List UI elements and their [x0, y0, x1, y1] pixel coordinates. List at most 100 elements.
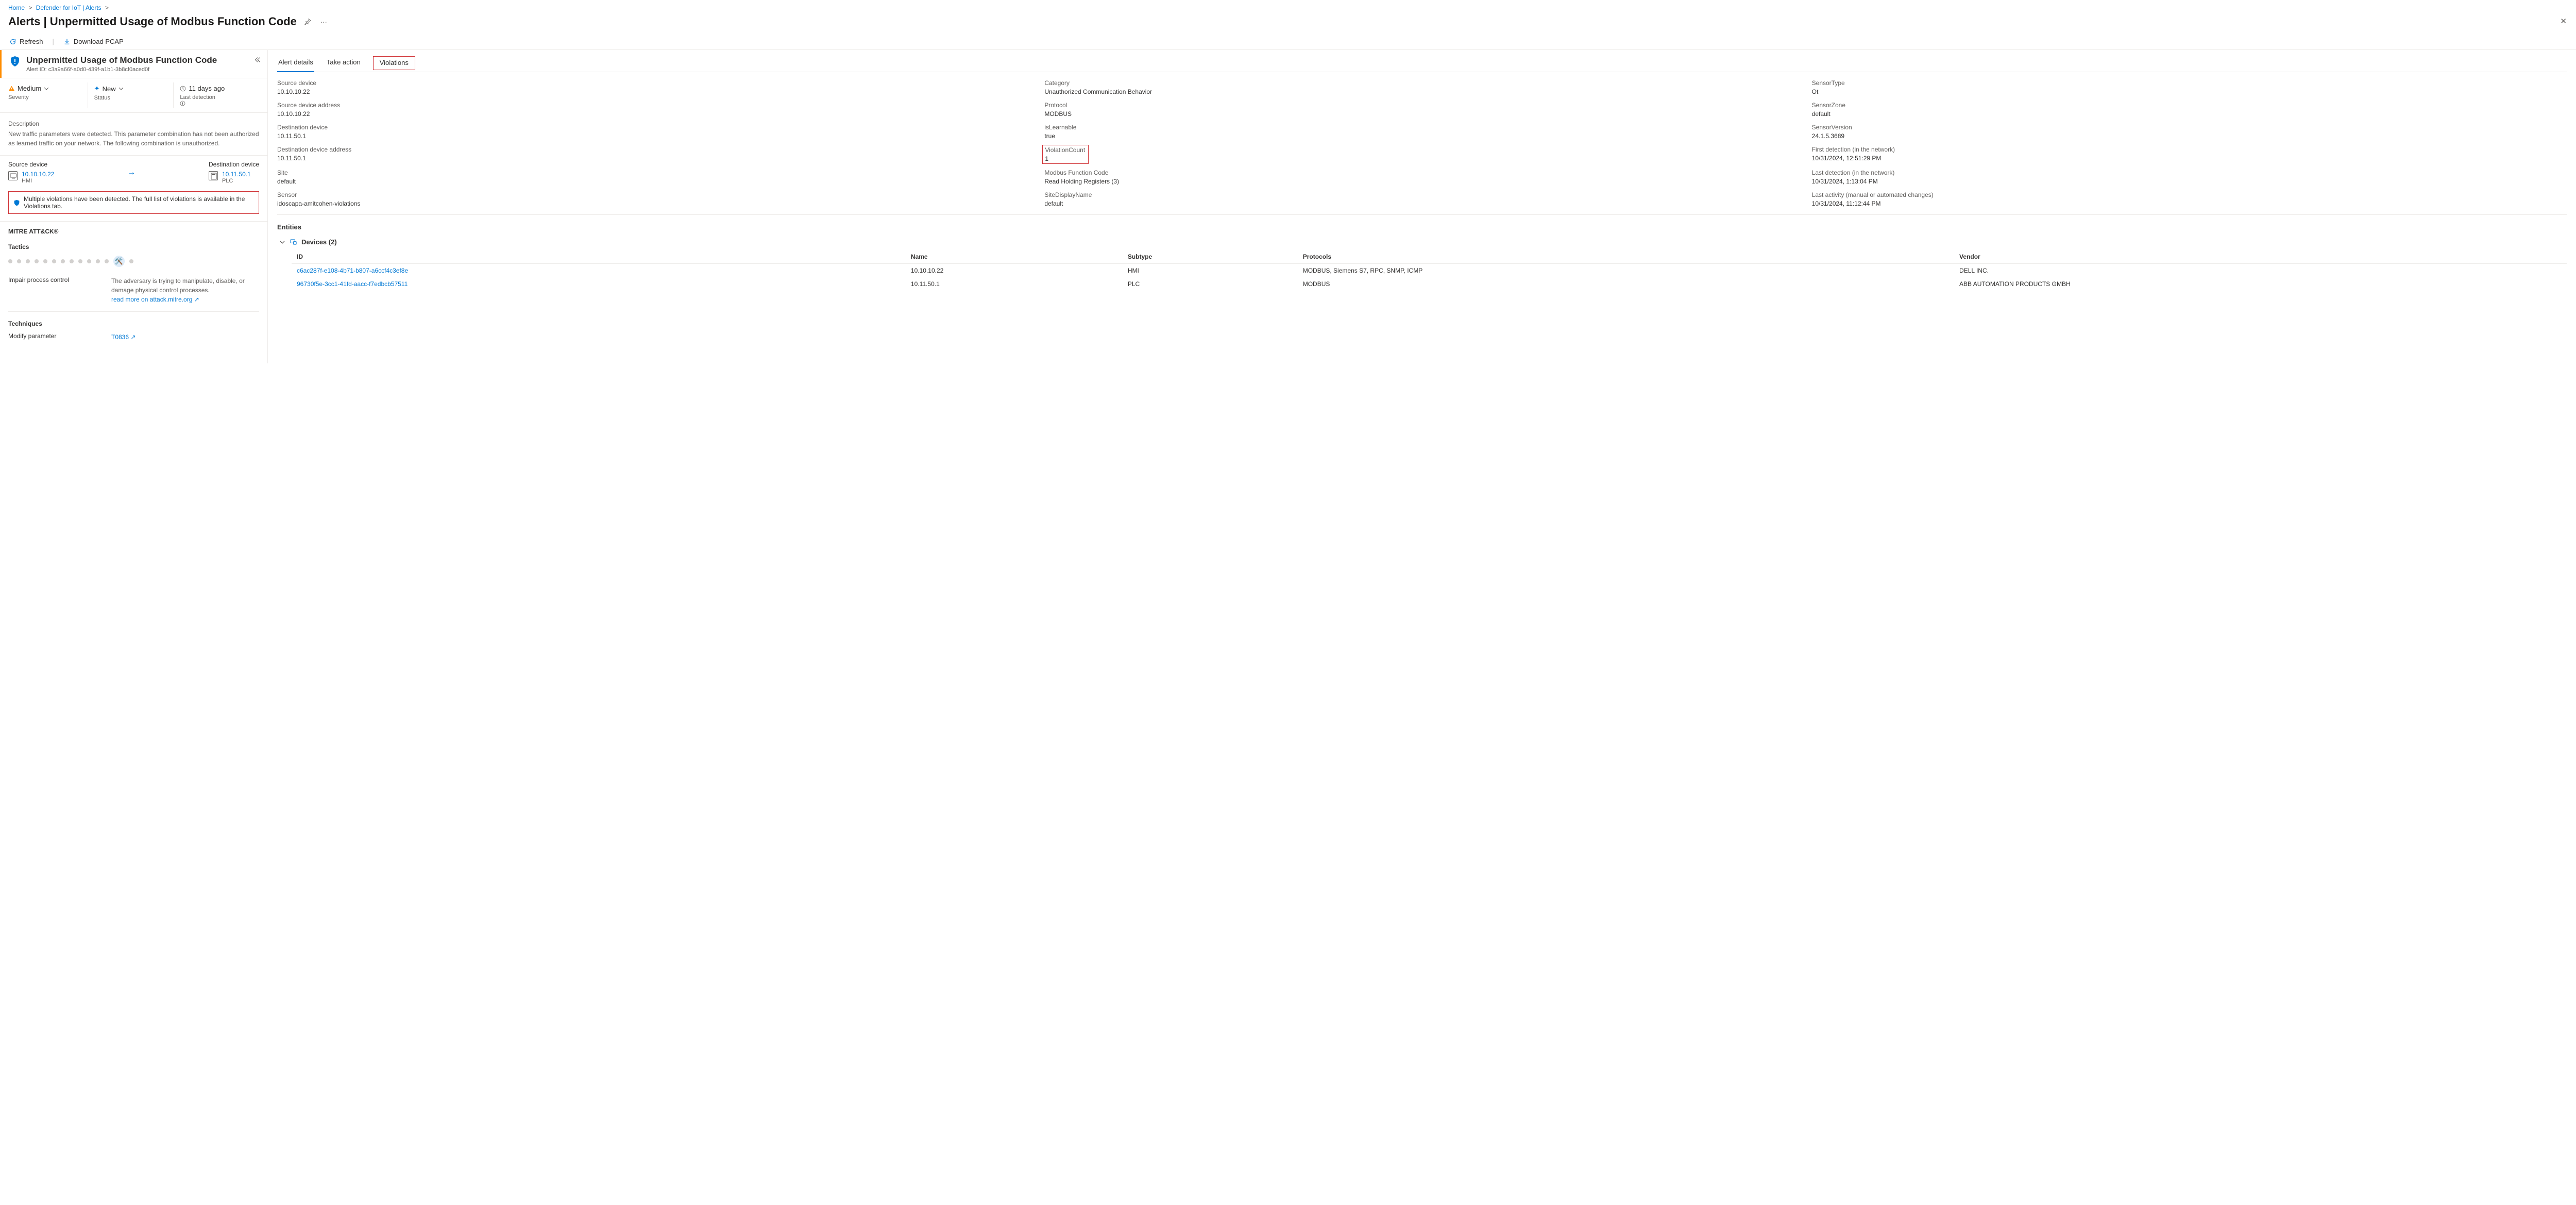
chevron-down-icon	[118, 86, 124, 91]
last-detection-value: 11 days ago	[180, 85, 254, 92]
entity-id-link[interactable]: 96730f5e-3cc1-41fd-aacc-f7edbcb57511	[297, 280, 408, 288]
entity-id-link[interactable]: c6ac287f-e108-4b71-b807-a6ccf4c3ef8e	[297, 267, 408, 274]
pin-icon[interactable]	[302, 16, 313, 27]
shield-alert-icon	[9, 55, 21, 68]
close-button[interactable]: ✕	[2560, 16, 2567, 26]
detail-field: ViolationCount1	[1042, 145, 1089, 164]
tactic-dot	[8, 259, 12, 263]
destination-device-link[interactable]: 10.11.50.1	[222, 171, 251, 178]
tactic-description: The adversary is trying to manipulate, d…	[111, 277, 245, 294]
toolbar: Refresh | Download PCAP	[0, 35, 2576, 50]
detail-field: Last detection (in the network)10/31/202…	[1812, 169, 2567, 185]
tabs: Alert details Take action Violations	[277, 50, 2567, 72]
tactic-name: Impair process control	[8, 276, 111, 304]
technique-link[interactable]: T0836 ↗	[111, 333, 135, 341]
tactic-dot	[43, 259, 47, 263]
mitre-heading: MITRE ATT&CK®	[8, 228, 259, 235]
entity-subtype: PLC	[1123, 277, 1298, 291]
download-label: Download PCAP	[74, 38, 124, 45]
entity-protocols: MODBUS	[1298, 277, 1954, 291]
clock-icon	[180, 86, 186, 92]
toolbar-divider: |	[53, 38, 54, 45]
detail-field: isLearnabletrue	[1044, 124, 1799, 140]
detail-field: Last activity (manual or automated chang…	[1812, 191, 2567, 207]
table-row: c6ac287f-e108-4b71-b807-a6ccf4c3ef8e 10.1…	[292, 264, 2567, 278]
description-label: Description	[8, 120, 259, 127]
notice-text: Multiple violations have been detected. …	[24, 195, 254, 210]
col-vendor: Vendor	[1954, 250, 2567, 264]
refresh-button[interactable]: Refresh	[9, 38, 43, 45]
detail-field: CategoryUnauthorized Communication Behav…	[1044, 79, 1799, 95]
devices-icon	[290, 238, 297, 246]
external-link-icon: ↗	[130, 333, 135, 341]
status-label: Status	[94, 95, 168, 101]
tactic-dot	[35, 259, 39, 263]
tab-take-action[interactable]: Take action	[326, 56, 362, 72]
destination-device-type: PLC	[222, 178, 251, 184]
detail-field: Source device10.10.10.22	[277, 79, 1032, 95]
tactic-dot	[105, 259, 109, 263]
alert-id: Alert ID: c3a9a66f-a0d0-439f-a1b1-3b8cf0…	[26, 66, 217, 73]
chevron-down-icon	[44, 86, 49, 91]
source-device-link[interactable]: 10.10.10.22	[22, 171, 54, 178]
detail-field: SensorTypeOt	[1812, 79, 2567, 95]
detail-field: Sitedefault	[277, 169, 1032, 185]
tactic-dot	[70, 259, 74, 263]
tactic-dot	[96, 259, 100, 263]
detail-field: Modbus Function CodeRead Holding Registe…	[1044, 169, 1799, 185]
mitre-link[interactable]: read more on attack.mitre.org ↗	[111, 296, 199, 303]
download-pcap-button[interactable]: Download PCAP	[63, 38, 124, 45]
entity-subtype: HMI	[1123, 264, 1298, 278]
col-name: Name	[906, 250, 1123, 264]
hmi-icon	[8, 171, 18, 180]
tactic-dot	[26, 259, 30, 263]
entity-vendor: ABB AUTOMATION PRODUCTS GMBH	[1954, 277, 2567, 291]
table-row: 96730f5e-3cc1-41fd-aacc-f7edbcb57511 10.1…	[292, 277, 2567, 291]
last-detection-label: Last detection	[180, 94, 254, 106]
alert-name: Unpermitted Usage of Modbus Function Cod…	[26, 55, 217, 65]
info-icon[interactable]	[180, 101, 254, 106]
refresh-label: Refresh	[20, 38, 43, 45]
violations-notice: Multiple violations have been detected. …	[8, 191, 259, 214]
entity-name: 10.10.10.22	[906, 264, 1123, 278]
external-link-icon: ↗	[194, 296, 199, 303]
col-subtype: Subtype	[1123, 250, 1298, 264]
detail-field: Source device address10.10.10.22	[277, 102, 1032, 118]
breadcrumb-home[interactable]: Home	[8, 4, 25, 11]
tactic-dot	[52, 259, 56, 263]
tactic-dot	[61, 259, 65, 263]
download-icon	[63, 38, 71, 45]
collapse-icon[interactable]	[254, 56, 261, 63]
detail-field: First detection (in the network)10/31/20…	[1812, 146, 2567, 163]
col-id: ID	[292, 250, 906, 264]
entity-protocols: MODBUS, Siemens S7, RPC, SNMP, ICMP	[1298, 264, 1954, 278]
entity-vendor: DELL INC.	[1954, 264, 2567, 278]
detail-field: Destination device address10.11.50.1	[277, 146, 1032, 163]
breadcrumb-sep: >	[105, 4, 109, 11]
tactic-active-icon[interactable]: 🛠️	[113, 256, 125, 267]
status-selector[interactable]: ✦ New	[94, 85, 168, 93]
plc-icon	[209, 171, 218, 180]
tactics-label: Tactics	[8, 243, 259, 250]
tactic-dot	[129, 259, 133, 263]
tab-alert-details[interactable]: Alert details	[277, 56, 314, 72]
breadcrumb-iot[interactable]: Defender for IoT | Alerts	[36, 4, 101, 11]
arrow-right-icon: →	[54, 168, 209, 177]
detail-field: SensorZonedefault	[1812, 102, 2567, 118]
tab-violations[interactable]: Violations	[373, 56, 415, 70]
entity-name: 10.11.50.1	[906, 277, 1123, 291]
devices-group-label: Devices (2)	[301, 238, 337, 246]
sparkle-icon: ✦	[94, 85, 100, 93]
refresh-icon	[9, 38, 16, 45]
shield-small-icon	[13, 199, 20, 206]
detail-field: SiteDisplayNamedefault	[1044, 191, 1799, 207]
more-icon[interactable]: ···	[318, 16, 329, 28]
severity-selector[interactable]: Medium	[8, 85, 82, 92]
technique-name: Modify parameter	[8, 332, 111, 342]
chevron-down-icon[interactable]	[279, 239, 285, 245]
page-title: Alerts | Unpermitted Usage of Modbus Fun…	[8, 15, 297, 28]
alert-details-grid: Source device10.10.10.22 CategoryUnauthor…	[277, 72, 2567, 215]
tactic-dot	[17, 259, 21, 263]
source-device-type: HMI	[22, 178, 54, 184]
col-protocols: Protocols	[1298, 250, 1954, 264]
